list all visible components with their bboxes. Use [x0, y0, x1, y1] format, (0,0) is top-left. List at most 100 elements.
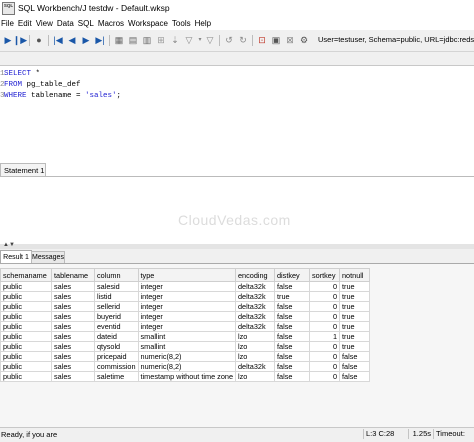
cell[interactable]: 0	[309, 351, 340, 362]
copy-row-icon[interactable]: ▥	[141, 34, 153, 46]
column-header[interactable]: distkey	[274, 268, 310, 282]
cell[interactable]: public	[0, 371, 52, 382]
stop-icon[interactable]: ●	[33, 34, 45, 46]
cell[interactable]: sales	[51, 281, 95, 292]
cell[interactable]: public	[0, 281, 52, 292]
cell[interactable]: sales	[51, 361, 95, 372]
cell[interactable]: 0	[309, 321, 340, 332]
column-header[interactable]: schemaname	[0, 268, 52, 282]
previous-statement-icon[interactable]: ◀	[66, 34, 78, 46]
cell[interactable]: smallint	[137, 331, 237, 342]
cell[interactable]: true	[274, 291, 310, 302]
cell[interactable]: integer	[137, 301, 237, 312]
cell[interactable]: public	[0, 311, 52, 322]
cell[interactable]: 0	[309, 311, 340, 322]
cell[interactable]: true	[339, 341, 370, 352]
splitter-arrows-icon[interactable]: ▲▼	[3, 242, 15, 248]
cell[interactable]: false	[339, 371, 370, 382]
cell[interactable]: integer	[137, 311, 237, 322]
cell[interactable]: numeric(8,2)	[137, 361, 237, 372]
column-header[interactable]: type	[137, 268, 237, 282]
table-row[interactable]: public sales saletime timestamp without tim…	[0, 371, 370, 382]
cell[interactable]: false	[339, 351, 370, 362]
splitter[interactable]	[0, 244, 474, 249]
cell[interactable]: buyerid	[94, 311, 139, 322]
first-statement-icon[interactable]: |◀	[52, 34, 64, 46]
column-header[interactable]: notnull	[339, 268, 370, 282]
cell[interactable]: smallint	[137, 341, 237, 352]
clear-filter-icon[interactable]: ▽	[204, 34, 216, 46]
cell[interactable]: public	[0, 341, 52, 352]
cell[interactable]: false	[274, 321, 310, 332]
delete-row-icon[interactable]: ⊞	[155, 34, 167, 46]
tab-statement-1[interactable]: Statement 1	[0, 163, 46, 177]
cell[interactable]: public	[0, 331, 52, 342]
cell[interactable]: sales	[51, 371, 95, 382]
cell[interactable]: 0	[309, 371, 340, 382]
table-row[interactable]: public sales salesid integer delta32k false 0 t…	[0, 281, 370, 292]
menu-edit[interactable]: Edit	[18, 19, 32, 28]
cell[interactable]: true	[339, 311, 370, 322]
cell[interactable]: delta32k	[235, 301, 275, 312]
cell[interactable]: 0	[309, 281, 340, 292]
menu-file[interactable]: File	[1, 19, 14, 28]
cell[interactable]: public	[0, 351, 52, 362]
cell[interactable]: 1	[309, 331, 340, 342]
cell[interactable]: false	[339, 361, 370, 372]
cell[interactable]: sales	[51, 331, 95, 342]
cell[interactable]: lzo	[235, 341, 275, 352]
cell[interactable]: sales	[51, 311, 95, 322]
cell[interactable]: timestamp without time zone	[137, 371, 237, 382]
cell[interactable]: integer	[137, 291, 237, 302]
cell[interactable]: salesid	[94, 281, 139, 292]
cell[interactable]: sales	[51, 351, 95, 362]
table-row[interactable]: public sales buyerid integer delta32k false 0 t…	[0, 311, 370, 322]
cell[interactable]: public	[0, 291, 52, 302]
tab-result-1[interactable]: Result 1	[0, 250, 32, 264]
cell[interactable]: 0	[309, 341, 340, 352]
last-statement-icon[interactable]: ▶|	[94, 34, 106, 46]
commit-icon[interactable]: ↺	[223, 34, 235, 46]
cell[interactable]: dateid	[94, 331, 139, 342]
cell[interactable]: public	[0, 321, 52, 332]
cell[interactable]: 0	[309, 291, 340, 302]
cell[interactable]: 0	[309, 301, 340, 312]
menu-tools[interactable]: Tools	[172, 19, 191, 28]
cell[interactable]: lzo	[235, 331, 275, 342]
menu-macros[interactable]: Macros	[98, 19, 124, 28]
cell[interactable]: true	[339, 281, 370, 292]
cell[interactable]: false	[274, 281, 310, 292]
cell[interactable]: false	[274, 341, 310, 352]
table-row[interactable]: public sales dateid smallint lzo false 1 true	[0, 331, 370, 342]
menu-view[interactable]: View	[36, 19, 53, 28]
disconnect-icon[interactable]: ⊠	[284, 34, 296, 46]
next-statement-icon[interactable]: ▶	[80, 34, 92, 46]
table-row[interactable]: public sales eventid integer delta32k false 0 t…	[0, 321, 370, 332]
cell[interactable]: integer	[137, 321, 237, 332]
cell[interactable]: delta32k	[235, 361, 275, 372]
cell[interactable]: saletime	[94, 371, 139, 382]
table-row[interactable]: public sales commission numeric(8,2) delta32…	[0, 361, 370, 372]
cell[interactable]: pricepaid	[94, 351, 139, 362]
column-header[interactable]: encoding	[235, 268, 275, 282]
cell[interactable]: false	[274, 351, 310, 362]
cell[interactable]: commission	[94, 361, 139, 372]
rollback-icon[interactable]: ↻	[237, 34, 249, 46]
cell[interactable]: public	[0, 361, 52, 372]
database-explorer-icon[interactable]: ▣	[270, 34, 282, 46]
cell[interactable]: sales	[51, 301, 95, 312]
table-row[interactable]: public sales sellerid integer delta32k false 0…	[0, 301, 370, 312]
cell[interactable]: qtysold	[94, 341, 139, 352]
cell[interactable]: false	[274, 331, 310, 342]
settings-icon[interactable]: ⚙	[298, 34, 310, 46]
cell[interactable]: listid	[94, 291, 139, 302]
column-header[interactable]: sortkey	[309, 268, 340, 282]
cell[interactable]: delta32k	[235, 321, 275, 332]
cell[interactable]: integer	[137, 281, 237, 292]
grid-icon[interactable]: ▦	[113, 34, 125, 46]
menu-sql[interactable]: SQL	[78, 19, 94, 28]
column-header[interactable]: column	[94, 268, 139, 282]
cell[interactable]: numeric(8,2)	[137, 351, 237, 362]
cell[interactable]: false	[274, 301, 310, 312]
menu-help[interactable]: Help	[195, 19, 211, 28]
